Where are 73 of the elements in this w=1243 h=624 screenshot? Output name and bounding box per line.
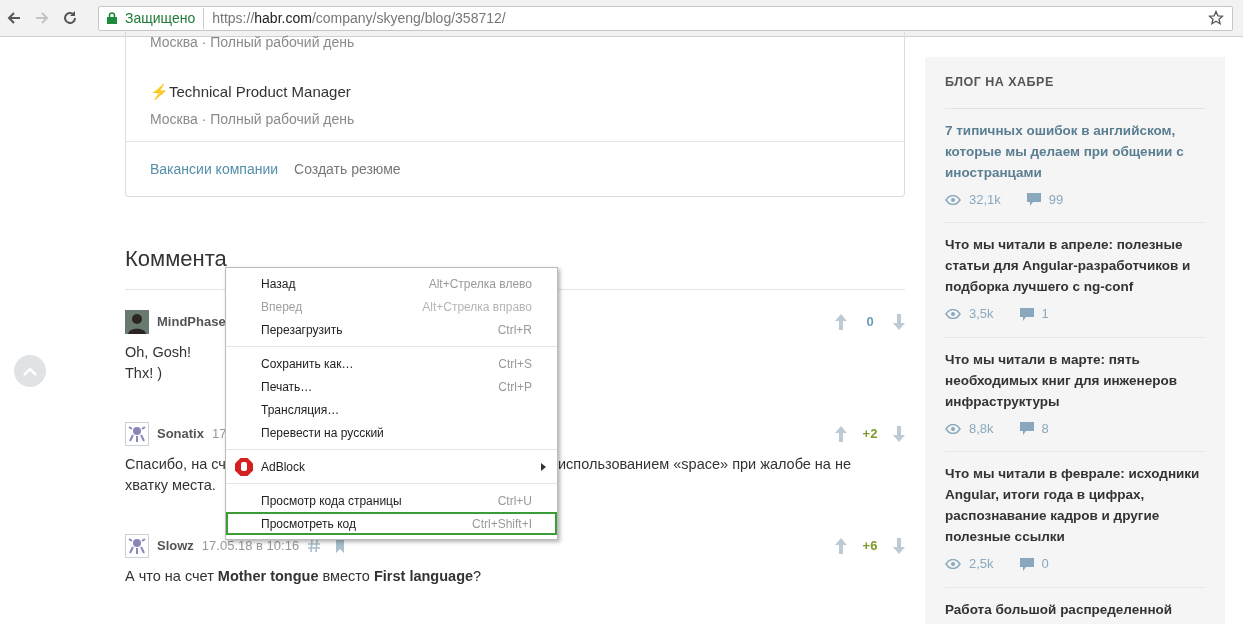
- forward-arrow-icon: [34, 10, 50, 26]
- comment-score: +2: [861, 425, 879, 444]
- menu-item[interactable]: Перезагрузить Ctrl+R: [226, 318, 557, 341]
- eye-icon: [945, 423, 961, 434]
- comment-icon: [1019, 557, 1034, 571]
- job-meta: Москва · Полный рабочий день: [150, 110, 356, 129]
- post-link[interactable]: Работа большой распределенной: [945, 598, 1205, 620]
- back-arrow-icon: [6, 10, 22, 26]
- comment-date: 17.05.18 в 10:16: [201, 537, 300, 556]
- comment-score: 0: [865, 313, 875, 332]
- comment-count: 1: [1041, 305, 1049, 324]
- scroll-top-button[interactable]: [14, 355, 46, 387]
- post-link[interactable]: Что мы читали в марте: пять необходимых книг для инженеров инфраструктуры: [945, 348, 1205, 412]
- menu-item[interactable]: Перевести на русский: [226, 421, 557, 444]
- submenu-arrow-icon: [541, 462, 546, 471]
- comment-count: 0: [1041, 555, 1049, 574]
- eye-icon: [945, 559, 961, 569]
- star-icon[interactable]: [1208, 10, 1224, 26]
- job-title[interactable]: ⚡Technical Product Manager: [150, 82, 880, 102]
- eye-icon: [945, 309, 961, 319]
- upvote-arrow-icon[interactable]: [835, 426, 847, 442]
- downvote-arrow-icon[interactable]: [893, 426, 905, 442]
- comment-text: Спасибо, на сч: [125, 456, 226, 472]
- comment-icon: [1026, 193, 1041, 206]
- comment-text: Oh, Gosh!: [125, 344, 192, 360]
- comments-heading: Коммента: [125, 245, 228, 273]
- upvote-arrow-icon[interactable]: [835, 314, 847, 330]
- lock-icon: [107, 12, 117, 24]
- comment-count: 99: [1048, 190, 1064, 209]
- view-count: 2,5k: [969, 555, 994, 574]
- chevron-up-icon: [22, 366, 38, 376]
- menu-item[interactable]: Назад Alt+Стрелка влево: [226, 272, 557, 295]
- post-link[interactable]: Что мы читали в феврале: исходники Angular, итоги года в цифрах, распознавание кадров и другие полезные ссылки: [945, 463, 1205, 548]
- username[interactable]: Sonatix: [157, 424, 204, 444]
- menu-item[interactable]: Просмотреть код Ctrl+Shift+I: [226, 512, 557, 535]
- avatar: [125, 310, 149, 334]
- downvote-arrow-icon[interactable]: [893, 314, 905, 330]
- menu-item[interactable]: Печать… Ctrl+P: [226, 375, 557, 398]
- security-label: Защищено: [125, 7, 205, 29]
- stop-hand-icon: [235, 458, 253, 476]
- url-text: https://habr.com/company/skyeng/blog/358712/: [212, 8, 506, 28]
- bookmark-icon[interactable]: [335, 539, 346, 553]
- view-count: 32,1k: [969, 190, 1001, 209]
- post-link[interactable]: 7 типичных ошибок в английском, которые мы делаем при общении с иностранцами: [945, 119, 1205, 183]
- menu-item[interactable]: Просмотр кода страницы Ctrl+U: [226, 489, 557, 512]
- comment-score: +6: [861, 537, 879, 556]
- upvote-arrow-icon[interactable]: [835, 538, 847, 554]
- menu-item[interactable]: Сохранить как… Ctrl+S: [226, 352, 557, 375]
- comment-text: использованием «space» при жалобе на не: [558, 456, 852, 472]
- robot-avatar-icon: [125, 422, 149, 446]
- comment-icon: [1019, 307, 1034, 321]
- menu-item[interactable]: AdBlock: [226, 455, 557, 478]
- downvote-arrow-icon[interactable]: [893, 538, 905, 554]
- hash-icon[interactable]: [307, 539, 322, 553]
- address-bar[interactable]: Защищено https://habr.com/company/skyeng/blog/358712/: [98, 5, 1233, 31]
- job-meta: Москва · Полный рабочий день: [150, 33, 356, 52]
- reload-icon: [62, 10, 78, 26]
- eye-icon: [945, 194, 961, 205]
- username[interactable]: MindPhase: [157, 312, 226, 332]
- comment-count: 8: [1041, 419, 1049, 438]
- username[interactable]: Slowz: [157, 536, 194, 556]
- post-link[interactable]: Что мы читали в апреле: полезные статьи для Angular-разработчиков и подборка лучшего с ng-conf: [945, 234, 1205, 298]
- link[interactable]: Создать резюме: [294, 159, 401, 180]
- comment-text: Thx! ): [125, 365, 163, 381]
- comment-icon: [1019, 422, 1034, 435]
- comment-text: А что на счет Mother tongue вместо First language?: [125, 568, 482, 584]
- view-count: 3,5k: [969, 305, 994, 324]
- view-count: 8,8k: [969, 419, 994, 438]
- sidebar-heading: БЛОГ НА ХАБРЕ: [945, 73, 1205, 109]
- robot-avatar-icon: [125, 534, 149, 558]
- menu-item[interactable]: Трансляция…: [226, 398, 557, 421]
- comment-text: хватку места.: [125, 477, 216, 493]
- link[interactable]: Вакансии компании: [150, 159, 279, 180]
